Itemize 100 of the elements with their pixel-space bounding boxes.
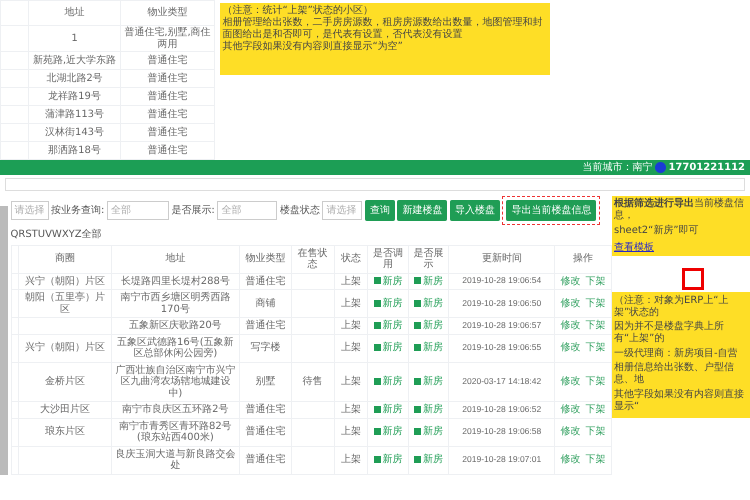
column-header: 地址 <box>111 245 240 273</box>
action-link[interactable]: 修改 <box>560 298 581 309</box>
action-link[interactable]: 下架 <box>586 320 606 331</box>
filter-label: 按业务查询: <box>51 204 104 218</box>
phone-number: 17701221112 <box>668 161 745 175</box>
checkbox-label: 新房 <box>382 454 403 466</box>
checkbox[interactable] <box>414 322 422 329</box>
action-link[interactable]: 修改 <box>560 426 581 438</box>
table-cell: 南宁市青秀区青环路82号(琅东站西400米) <box>111 418 240 446</box>
table-cell: 大沙田片区 <box>18 402 112 418</box>
select-field[interactable]: 请选择 <box>322 200 362 220</box>
table-cell: 普通住宅,别墅,商住两用 <box>120 26 214 52</box>
action-button[interactable]: 新建楼盘 <box>397 200 448 220</box>
table-cell: 2020-03-17 14:18:42 <box>448 362 555 402</box>
table-cell: 蒲津路113号 <box>28 106 120 124</box>
action-link[interactable]: 下架 <box>586 342 606 354</box>
checkbox[interactable] <box>414 277 422 284</box>
table-cell: 长堤路四里长堤村288号 <box>111 273 240 290</box>
note-text: 一级代理商：新房项目-自营 <box>614 348 739 360</box>
scrollbar[interactable] <box>0 206 8 474</box>
table-cell: 兴宁（朝阳）片区 <box>18 273 112 290</box>
action-button[interactable]: 查询 <box>364 200 395 220</box>
action-link[interactable]: 下架 <box>586 404 606 415</box>
checkbox[interactable] <box>414 300 422 307</box>
table-cell: 普通住宅 <box>120 124 214 142</box>
checkbox-label: 新房 <box>423 342 444 354</box>
checkbox-label: 新房 <box>423 276 444 286</box>
action-link[interactable]: 下架 <box>586 298 606 309</box>
table-cell: 待售 <box>291 362 334 402</box>
action-link[interactable]: 修改 <box>560 342 581 354</box>
checkbox-label: 新房 <box>382 426 403 438</box>
table-cell: 汉林街143号 <box>28 124 120 142</box>
table-cell: 商铺 <box>240 290 292 318</box>
action-link[interactable]: 修改 <box>560 404 581 415</box>
template-link[interactable]: 查看模板 <box>614 242 748 254</box>
checkbox[interactable] <box>414 406 422 413</box>
table-cell: 2019-10-28 19:07:01 <box>448 446 555 474</box>
select-field[interactable]: 全部 <box>217 200 278 220</box>
column-header: 状态 <box>334 245 368 273</box>
action-link[interactable]: 下架 <box>586 454 606 466</box>
note-text: （注意：对象为ERP上“上架”状态的 <box>614 294 730 318</box>
select-field[interactable]: 请选择 <box>10 200 48 220</box>
table-cell: 1 <box>28 26 120 52</box>
checkbox[interactable] <box>374 322 381 329</box>
action-link[interactable]: 修改 <box>560 454 581 466</box>
table-cell: 2019-10-28 19:06:50 <box>448 290 555 318</box>
search-field[interactable] <box>5 178 745 190</box>
table-cell: 上架 <box>334 290 368 318</box>
column-header: 物业类型 <box>120 0 214 26</box>
table-cell: 2019-10-28 19:06:55 <box>448 334 555 362</box>
action-button[interactable]: 导出当前楼盘信息 <box>506 200 596 220</box>
action-link[interactable]: 修改 <box>560 276 581 286</box>
table-cell: 金桥片区 <box>18 362 112 402</box>
checkbox[interactable] <box>374 300 381 307</box>
select-field[interactable]: 全部 <box>106 200 169 220</box>
checkbox[interactable] <box>414 378 422 385</box>
table-cell: 普通住宅 <box>120 70 214 88</box>
column-header: 是否调用 <box>368 245 408 273</box>
table-cell: 普通住宅 <box>120 106 214 124</box>
avatar-icon <box>654 162 666 173</box>
note-text: 因为并不是楼盘字典上所有“上架”的 <box>614 321 725 345</box>
column-header: 更新时间 <box>448 245 555 273</box>
table-cell: 普通住宅 <box>240 273 292 290</box>
table-cell: 2019-10-28 19:06:57 <box>448 318 555 334</box>
checkbox-label: 新房 <box>382 342 403 354</box>
checkbox-label: 新房 <box>423 426 444 438</box>
filter-label: 楼盘状态 <box>280 204 320 218</box>
checkbox[interactable] <box>414 344 422 352</box>
checkbox[interactable] <box>374 277 381 284</box>
table-cell: 上架 <box>334 318 368 334</box>
checkbox-label: 新房 <box>423 454 444 466</box>
table-cell: 普通住宅 <box>240 402 292 418</box>
action-button[interactable]: 导入楼盘 <box>450 200 500 220</box>
checkbox[interactable] <box>374 428 381 436</box>
action-link[interactable]: 下架 <box>586 376 606 387</box>
action-link[interactable]: 下架 <box>586 426 606 438</box>
column-header: 地址 <box>28 0 120 26</box>
action-link[interactable]: 修改 <box>560 320 581 331</box>
action-link[interactable]: 修改 <box>560 376 581 387</box>
checkbox-label: 新房 <box>423 376 444 387</box>
letter-filter[interactable]: QRSTUVWXYZ全部 <box>10 227 612 242</box>
checkbox[interactable] <box>374 456 381 464</box>
city-label: 当前城市：南宁 <box>582 160 652 175</box>
checkbox-label: 新房 <box>382 404 403 415</box>
checkbox[interactable] <box>374 406 381 413</box>
column-header: 物业类型 <box>240 245 292 273</box>
table-cell: 普通住宅 <box>240 418 292 446</box>
checkbox[interactable] <box>414 428 422 436</box>
table-cell: 普通住宅 <box>120 52 214 70</box>
table-cell: 朝阳（五里亭）片区 <box>18 290 112 318</box>
checkbox[interactable] <box>374 344 381 352</box>
checkbox[interactable] <box>414 456 422 464</box>
table-cell: 2019-10-28 19:06:52 <box>448 402 555 418</box>
table-cell: 写字楼 <box>240 334 292 362</box>
checkbox-label: 新房 <box>423 404 444 415</box>
checkbox[interactable] <box>374 378 381 385</box>
action-link[interactable]: 下架 <box>586 276 606 286</box>
table-cell: 普通住宅 <box>240 318 292 334</box>
table-cell: 五象新区庆歌路20号 <box>111 318 240 334</box>
note-text: 其他字段如果没有内容则直接显示“ <box>614 388 745 412</box>
